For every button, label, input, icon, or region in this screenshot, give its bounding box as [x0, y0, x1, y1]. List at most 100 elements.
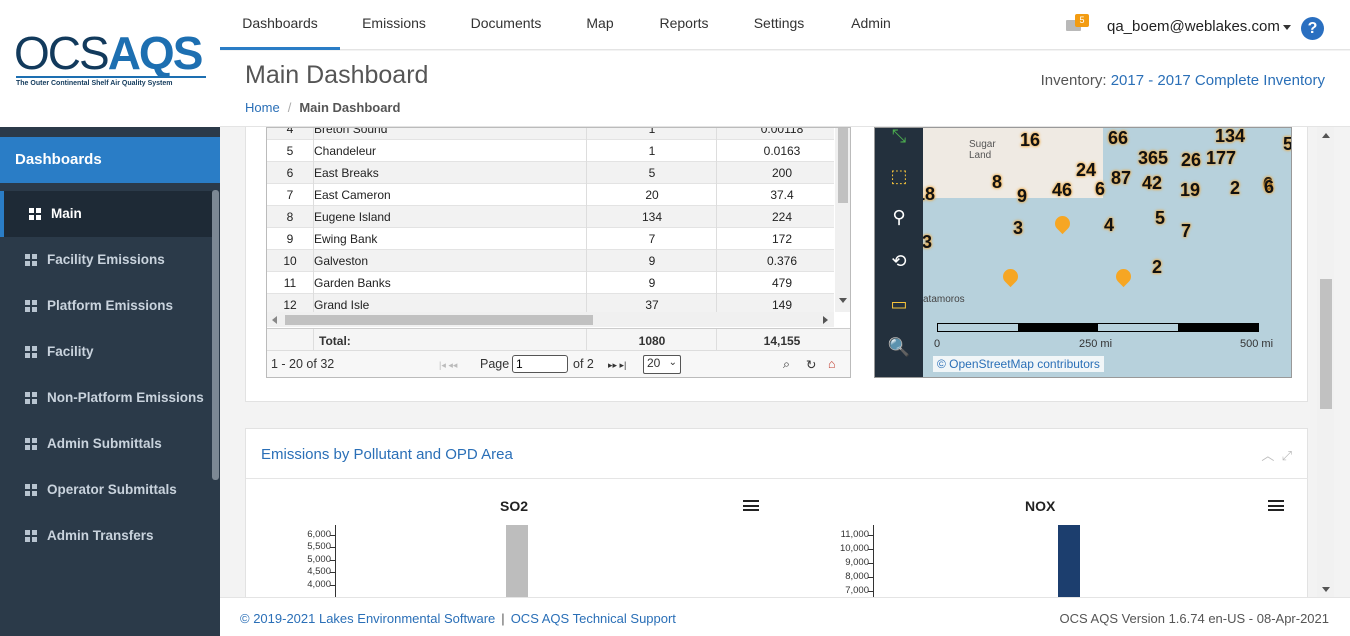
- sidebar-item-facility[interactable]: Facility: [0, 329, 212, 375]
- next-page-icon[interactable]: ▸▸ ▸|: [608, 360, 626, 371]
- extent-icon[interactable]: ⟲: [883, 245, 915, 277]
- nav-admin[interactable]: Admin: [826, 0, 916, 50]
- export-icon[interactable]: ⌂: [828, 357, 836, 371]
- breadcrumb-separator: /: [287, 100, 292, 115]
- sidebar-item-operator-submittals[interactable]: Operator Submittals: [0, 467, 212, 513]
- map-attribution[interactable]: © OpenStreetMap contributors: [933, 356, 1104, 372]
- inventory-link[interactable]: 2017 - 2017 Complete Inventory: [1111, 72, 1325, 89]
- refresh-icon[interactable]: ↻: [806, 357, 816, 372]
- sidebar-header-dashboards[interactable]: Dashboards: [0, 137, 220, 183]
- grid-horizontal-scrollbar[interactable]: [267, 312, 834, 327]
- user-menu[interactable]: qa_boem@weblakes.com: [1107, 18, 1280, 35]
- scale-label-250: 250 mi: [1079, 338, 1113, 350]
- sidebar-item-non-platform-emissions[interactable]: Non-Platform Emissions: [0, 375, 212, 421]
- grid-icon: [25, 438, 37, 450]
- measure-ruler-icon[interactable]: ▭: [883, 288, 915, 320]
- map-pin[interactable]: [999, 265, 1022, 288]
- logo-tagline: The Outer Continental Shelf Air Quality …: [16, 80, 173, 87]
- map-cluster-marker[interactable]: 24: [1076, 160, 1096, 181]
- map-cluster-marker[interactable]: 2: [1152, 257, 1162, 278]
- map-cluster-marker[interactable]: 6: [1264, 177, 1274, 198]
- y-tick: [868, 535, 873, 536]
- chart-bar[interactable]: [506, 525, 528, 597]
- search-icon[interactable]: ⌕: [783, 357, 790, 372]
- help-icon[interactable]: ?: [1301, 17, 1324, 40]
- chart-bar[interactable]: [1058, 525, 1080, 597]
- nav-settings[interactable]: Settings: [732, 0, 826, 50]
- map-cluster-marker[interactable]: 87: [1111, 168, 1131, 189]
- table-row[interactable]: 8 Eugene Island 134 224: [267, 206, 834, 228]
- fullscreen-exit-icon[interactable]: ⤡: [883, 128, 915, 152]
- nav-map[interactable]: Map: [564, 0, 636, 50]
- map-cluster-marker[interactable]: 7: [1181, 221, 1191, 242]
- map-cluster-marker[interactable]: 66: [1108, 128, 1128, 149]
- total-label: Total:: [319, 334, 351, 348]
- first-page-icon[interactable]: |◂ ◂◂: [439, 360, 457, 371]
- logo[interactable]: OCSAQS The Outer Continental Shelf Air Q…: [0, 0, 220, 127]
- chevron-down-icon[interactable]: [1283, 25, 1291, 30]
- map-cluster-marker[interactable]: 177: [1206, 148, 1236, 169]
- page-scrollbar[interactable]: [1317, 127, 1334, 597]
- map-cluster-marker[interactable]: 3: [922, 232, 932, 253]
- magnifier-icon[interactable]: 🔍: [883, 331, 915, 363]
- map-cluster-marker[interactable]: 26: [1181, 150, 1201, 171]
- y-tick-label: 6,000: [307, 529, 331, 540]
- sidebar-item-facility-emissions[interactable]: Facility Emissions: [0, 237, 212, 283]
- table-cell: 200: [771, 166, 793, 180]
- table-row[interactable]: 5 Chandeleur 1 0.0163: [267, 140, 834, 162]
- support-link[interactable]: OCS AQS Technical Support: [511, 611, 676, 626]
- map-cluster-marker[interactable]: 9: [1017, 186, 1027, 207]
- map-cluster-marker[interactable]: 365: [1138, 148, 1168, 169]
- sidebar-item-label: Facility Emissions: [47, 252, 165, 267]
- sidebar-item-main[interactable]: Main: [0, 191, 212, 237]
- data-grid: 4 Breton Sound 1 0.00118 5 Chandeleur 1 0.0163 6…: [266, 127, 851, 378]
- map-view[interactable]: SugarLand atamoros 166613452436526177188…: [874, 127, 1292, 378]
- map-cluster-marker[interactable]: 6: [1095, 179, 1105, 200]
- table-row[interactable]: 10 Galveston 9 0.376: [267, 250, 834, 272]
- copyright-link[interactable]: © 2019-2021 Lakes Environmental Software: [240, 611, 495, 626]
- table-row[interactable]: 11 Garden Banks 9 479: [267, 272, 834, 294]
- nav-emissions[interactable]: Emissions: [340, 0, 448, 50]
- map-cluster-marker[interactable]: 42: [1142, 173, 1162, 194]
- page-label: Page: [480, 357, 510, 371]
- table-row[interactable]: 7 East Cameron 20 37.4: [267, 184, 834, 206]
- map-cluster-marker[interactable]: 5: [1155, 208, 1165, 229]
- map-cluster-marker[interactable]: 8: [992, 172, 1002, 193]
- map-cluster-marker[interactable]: 4: [1104, 215, 1114, 236]
- y-tick-label: 4,000: [307, 578, 331, 590]
- table-cell: Garden Banks: [314, 276, 391, 290]
- y-tick-label: 10,000: [839, 543, 869, 554]
- table-row[interactable]: 4 Breton Sound 1 0.00118: [267, 128, 834, 140]
- sidebar-scrollbar[interactable]: [212, 190, 219, 480]
- breadcrumb: Home / Main Dashboard: [245, 100, 400, 115]
- map-cluster-marker[interactable]: 19: [1180, 180, 1200, 201]
- table-row[interactable]: 6 East Breaks 5 200: [267, 162, 834, 184]
- chart-menu-icon[interactable]: [1268, 500, 1284, 511]
- zoom-box-icon[interactable]: ⬚: [883, 160, 915, 192]
- sidebar-item-admin-submittals[interactable]: Admin Submittals: [0, 421, 212, 467]
- chart-menu-icon[interactable]: [743, 500, 759, 511]
- map-cluster-marker[interactable]: 16: [1020, 130, 1040, 151]
- map-cluster-marker[interactable]: 5: [1283, 134, 1291, 155]
- map-cluster-marker[interactable]: 46: [1052, 180, 1072, 201]
- sidebar-item-admin-transfers[interactable]: Admin Transfers: [0, 513, 212, 559]
- breadcrumb-current: Main Dashboard: [299, 100, 401, 115]
- nav-reports[interactable]: Reports: [636, 0, 732, 50]
- collapse-icon[interactable]: ︿: [1261, 448, 1274, 463]
- map-cluster-marker[interactable]: 2: [1230, 178, 1240, 199]
- nav-dashboards[interactable]: Dashboards: [220, 0, 340, 50]
- location-pin-icon[interactable]: ⚲: [883, 201, 915, 233]
- map-pin[interactable]: [1112, 265, 1135, 288]
- map-cluster-marker[interactable]: 3: [1013, 218, 1023, 239]
- page-number-input[interactable]: [512, 355, 568, 373]
- map-pin[interactable]: [1051, 212, 1074, 235]
- page-size-select[interactable]: 20 ⌄: [643, 355, 681, 374]
- map-cluster-marker[interactable]: 134: [1215, 128, 1245, 147]
- y-tick-label: 4,500: [307, 566, 331, 578]
- sidebar-item-platform-emissions[interactable]: Platform Emissions: [0, 283, 212, 329]
- grid-vertical-scrollbar[interactable]: [835, 128, 850, 312]
- expand-icon[interactable]: ⤢: [1282, 448, 1292, 463]
- table-row[interactable]: 9 Ewing Bank 7 172: [267, 228, 834, 250]
- breadcrumb-home[interactable]: Home: [245, 100, 280, 115]
- nav-documents[interactable]: Documents: [448, 0, 564, 50]
